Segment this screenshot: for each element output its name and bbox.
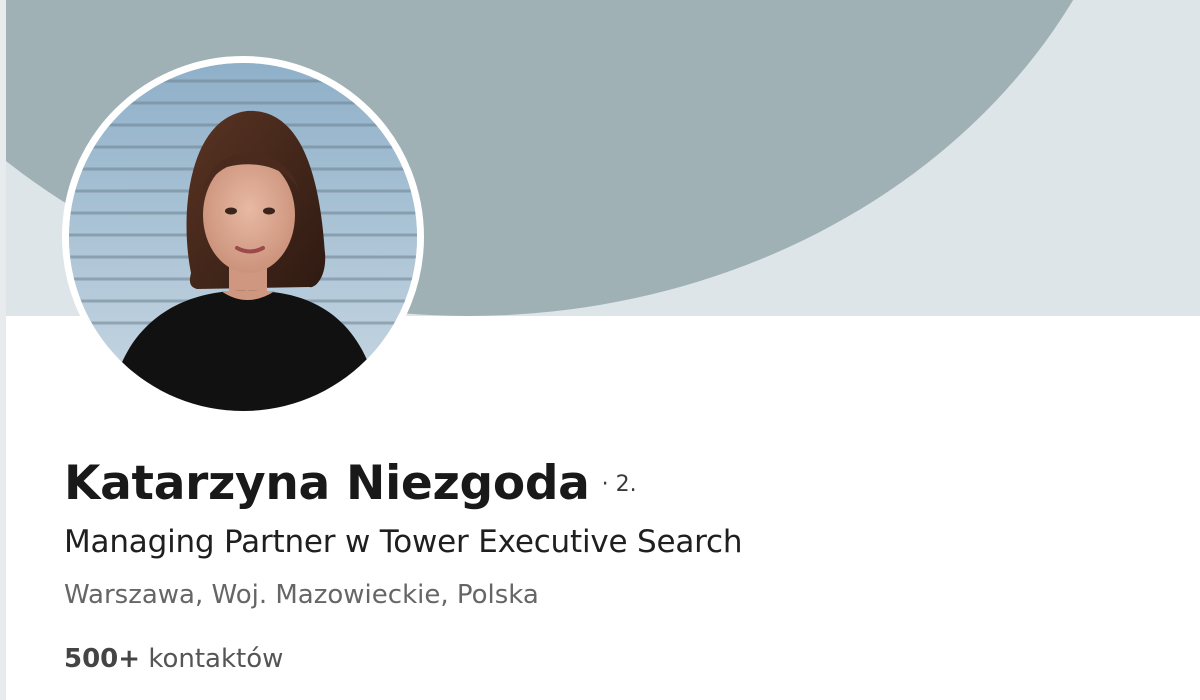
connections-link[interactable]: 500+ kontaktów xyxy=(64,644,283,674)
connections-count: 500+ xyxy=(64,644,141,674)
profile-photo-image xyxy=(69,63,417,411)
profile-headline: Managing Partner w Tower Executive Searc… xyxy=(64,524,743,560)
connections-label: kontaktów xyxy=(148,644,284,674)
profile-location: Warszawa, Woj. Mazowieckie, Polska xyxy=(64,580,539,610)
profile-card: Katarzyna Niezgoda · 2. Managing Partner… xyxy=(0,0,1200,700)
connection-degree: · 2. xyxy=(601,472,637,497)
name-row: Katarzyna Niezgoda · 2. xyxy=(64,456,637,511)
profile-name: Katarzyna Niezgoda xyxy=(64,456,590,511)
profile-photo-avatar[interactable] xyxy=(62,56,424,418)
